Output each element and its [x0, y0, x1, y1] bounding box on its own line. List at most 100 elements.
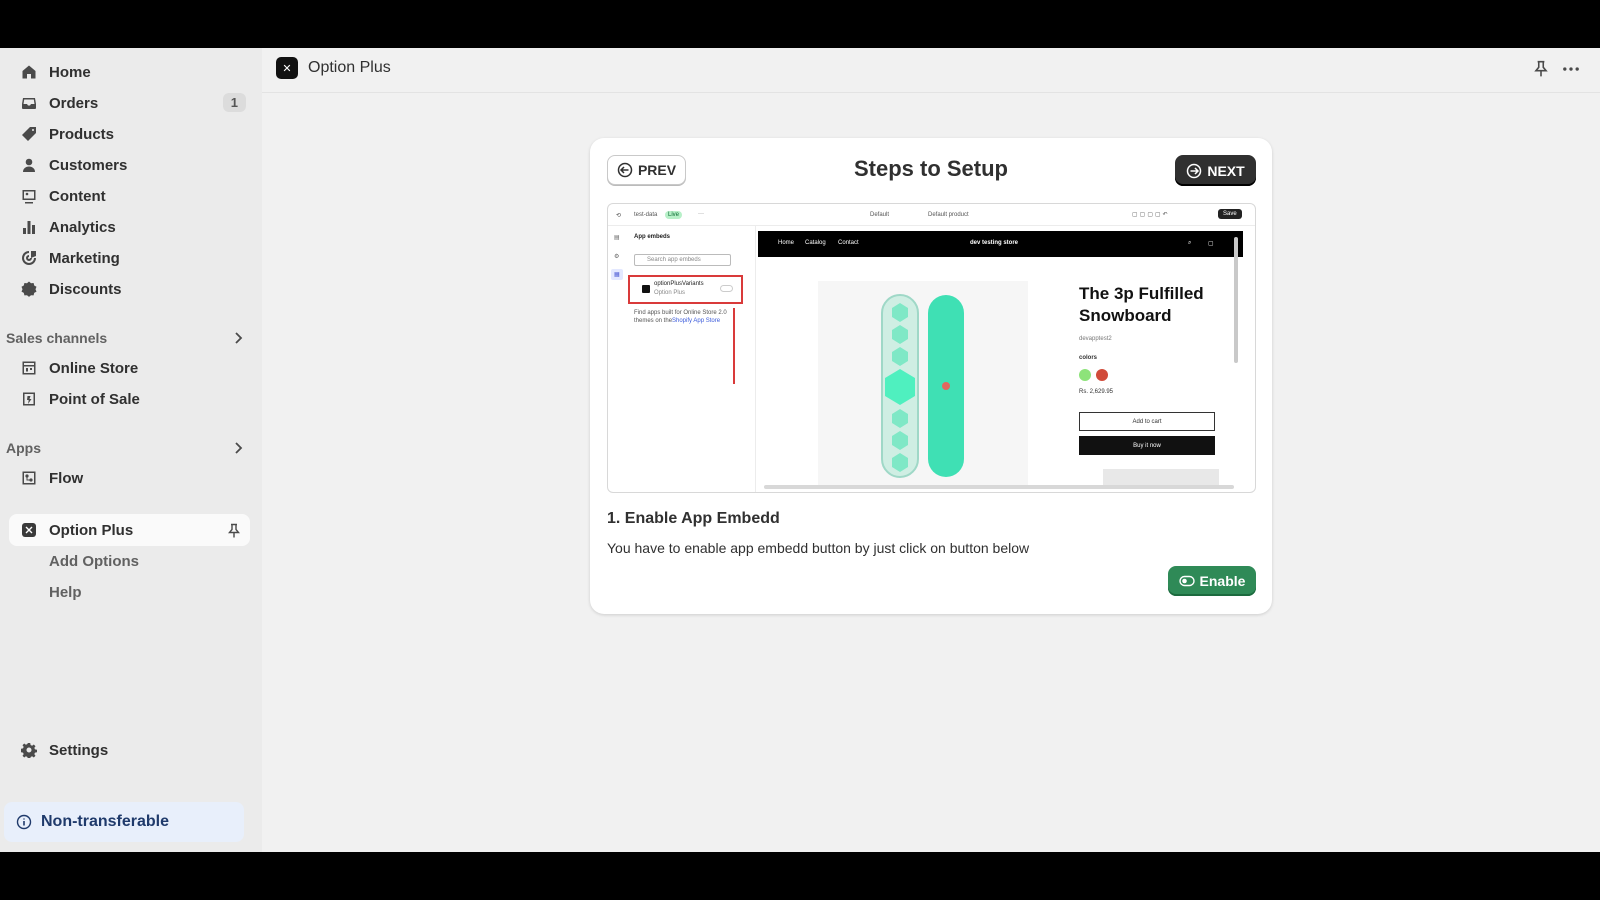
preview-cart-icon: ▢ [1208, 241, 1214, 247]
preview-default-product-select: Default product [928, 212, 969, 218]
sidebar-item-customers[interactable]: Customers [20, 151, 246, 179]
preview-embed-app: Option Plus [654, 290, 686, 296]
sidebar-item-label: Online Store [49, 359, 139, 377]
next-label: NEXT [1207, 162, 1245, 179]
sidebar-item-label: Marketing [49, 249, 120, 267]
image-icon [20, 187, 38, 205]
sidebar-item-option-plus-label[interactable]: Option Plus [20, 516, 246, 544]
preview-nav-home: Home [778, 240, 795, 246]
preview-add-to-cart-button: Add to cart [1079, 412, 1215, 431]
preview-find-apps-text2: themes on the [634, 318, 673, 324]
sidebar-subitem-add-options[interactable]: Add Options [49, 553, 139, 570]
next-button[interactable]: NEXT [1175, 155, 1256, 186]
sidebar: Home Orders 1 Products Customers Content… [0, 48, 262, 852]
sidebar-item-label: Point of Sale [49, 390, 140, 408]
preview-storefront: Home Catalog Contact dev testing store ⌕… [758, 231, 1243, 492]
preview-buy-now-button: Buy it now [1079, 436, 1215, 455]
step-title: 1. Enable App Embedd [607, 510, 780, 527]
bar-chart-icon [20, 218, 38, 236]
preview-color-swatch-green [1079, 369, 1091, 381]
preview-app-store-link: Shopify App Store [672, 318, 721, 324]
preview-red-arrow [733, 308, 735, 384]
more-options-icon[interactable] [1562, 60, 1580, 78]
sidebar-item-flow[interactable]: Flow [20, 464, 246, 492]
sidebar-item-settings[interactable]: Settings [20, 736, 246, 764]
flow-icon [20, 469, 38, 487]
admin-frame: Home Orders 1 Products Customers Content… [0, 48, 1600, 852]
setup-steps-card: PREV Steps to Setup NEXT ⟲ test-data Liv… [590, 138, 1272, 614]
preview-embed-toggle [720, 285, 733, 292]
chevron-right-icon [235, 442, 243, 454]
sidebar-subitem-help[interactable]: Help [49, 584, 82, 601]
section-label: Sales channels [6, 330, 108, 346]
preview-search-icon: ⌕ [1188, 240, 1192, 246]
sidebar-item-label: Customers [49, 156, 128, 174]
preview-color-swatch-red [1096, 369, 1108, 381]
preview-default-select: Default [870, 212, 890, 218]
preview-scrollbar [1234, 237, 1238, 363]
store-icon [20, 359, 38, 377]
section-label: Apps [6, 440, 41, 456]
discount-icon [20, 280, 38, 298]
home-icon [20, 63, 38, 81]
apps-header[interactable]: Apps [6, 437, 246, 459]
inbox-icon [20, 94, 38, 112]
sidebar-item-label: Option Plus [49, 521, 134, 539]
sales-channels-header[interactable]: Sales channels [6, 327, 246, 349]
pin-icon[interactable] [226, 523, 242, 539]
preview-find-apps-text: Find apps built for Online Store 2.0 [634, 310, 727, 316]
sidebar-item-analytics[interactable]: Analytics [20, 213, 246, 241]
preview-theme-name: test-data [634, 212, 658, 218]
preview-app-embeds-title: App embeds [634, 234, 671, 240]
sidebar-item-home[interactable]: Home [20, 58, 246, 86]
preview-apps-icon: ▦ [611, 269, 623, 280]
preview-colors-label: colors [1079, 355, 1098, 361]
preview-embed-name: optionPlusVariants [654, 281, 704, 287]
enable-label: Enable [1199, 573, 1246, 589]
option-plus-app-icon [20, 521, 38, 539]
person-icon [20, 156, 38, 174]
sidebar-item-discounts[interactable]: Discounts [20, 275, 246, 303]
preview-live-badge: Live [665, 211, 683, 219]
preview-product-image [818, 281, 1028, 486]
sidebar-item-label: Discounts [49, 280, 122, 298]
pin-icon[interactable] [1532, 60, 1550, 78]
tag-icon [20, 125, 38, 143]
gear-icon [20, 741, 38, 759]
preview-embed-app-icon [642, 285, 650, 293]
exit-icon: ⟲ [616, 213, 622, 219]
sidebar-item-marketing[interactable]: Marketing [20, 244, 246, 272]
preview-search-placeholder: Search app embeds [647, 257, 701, 263]
preview-vendor: devapptest2 [1079, 336, 1112, 342]
preview-more-icon: ··· [698, 211, 704, 217]
sidebar-item-label: Flow [49, 469, 84, 487]
preview-h-scrollbar [764, 485, 1234, 489]
snowboard-illustration [881, 294, 964, 478]
app-topbar: ✕ Option Plus [262, 48, 1600, 93]
card-title: Steps to Setup [853, 156, 1008, 181]
sidebar-item-orders[interactable]: Orders 1 [20, 89, 246, 117]
enable-button[interactable]: Enable [1168, 566, 1256, 596]
preview-nav-contact: Contact [838, 240, 859, 246]
non-transferable-label: Non-transferable [41, 813, 170, 830]
toggle-icon [1178, 575, 1195, 587]
theme-editor-preview-image: ⟲ test-data Live ··· Default Default pro… [607, 203, 1256, 493]
preview-save-button: Save [1218, 209, 1242, 219]
preview-app-embeds-panel: ▤ ⚙ ▦ App embeds Search app embeds optio… [608, 226, 756, 492]
sidebar-item-label: Home [49, 63, 91, 81]
app-logo-icon: ✕ [276, 57, 298, 79]
sidebar-item-online-store[interactable]: Online Store [20, 354, 246, 382]
preview-sections-icon: ▤ [614, 235, 620, 241]
sidebar-item-label: Orders [49, 94, 99, 112]
step-description: You have to enable app embedd button by … [607, 540, 1030, 556]
preview-search-box: Search app embeds [634, 254, 731, 266]
preview-gear-icon: ⚙ [614, 254, 620, 260]
target-icon [20, 249, 38, 267]
sidebar-item-products[interactable]: Products [20, 120, 246, 148]
sidebar-item-point-of-sale[interactable]: Point of Sale [20, 385, 246, 413]
preview-nav-catalog: Catalog [805, 240, 826, 246]
non-transferable-banner[interactable]: Non-transferable [4, 802, 244, 842]
arrow-right-circle-icon [1187, 163, 1202, 178]
info-icon [16, 814, 32, 830]
sidebar-item-content[interactable]: Content [20, 182, 246, 210]
